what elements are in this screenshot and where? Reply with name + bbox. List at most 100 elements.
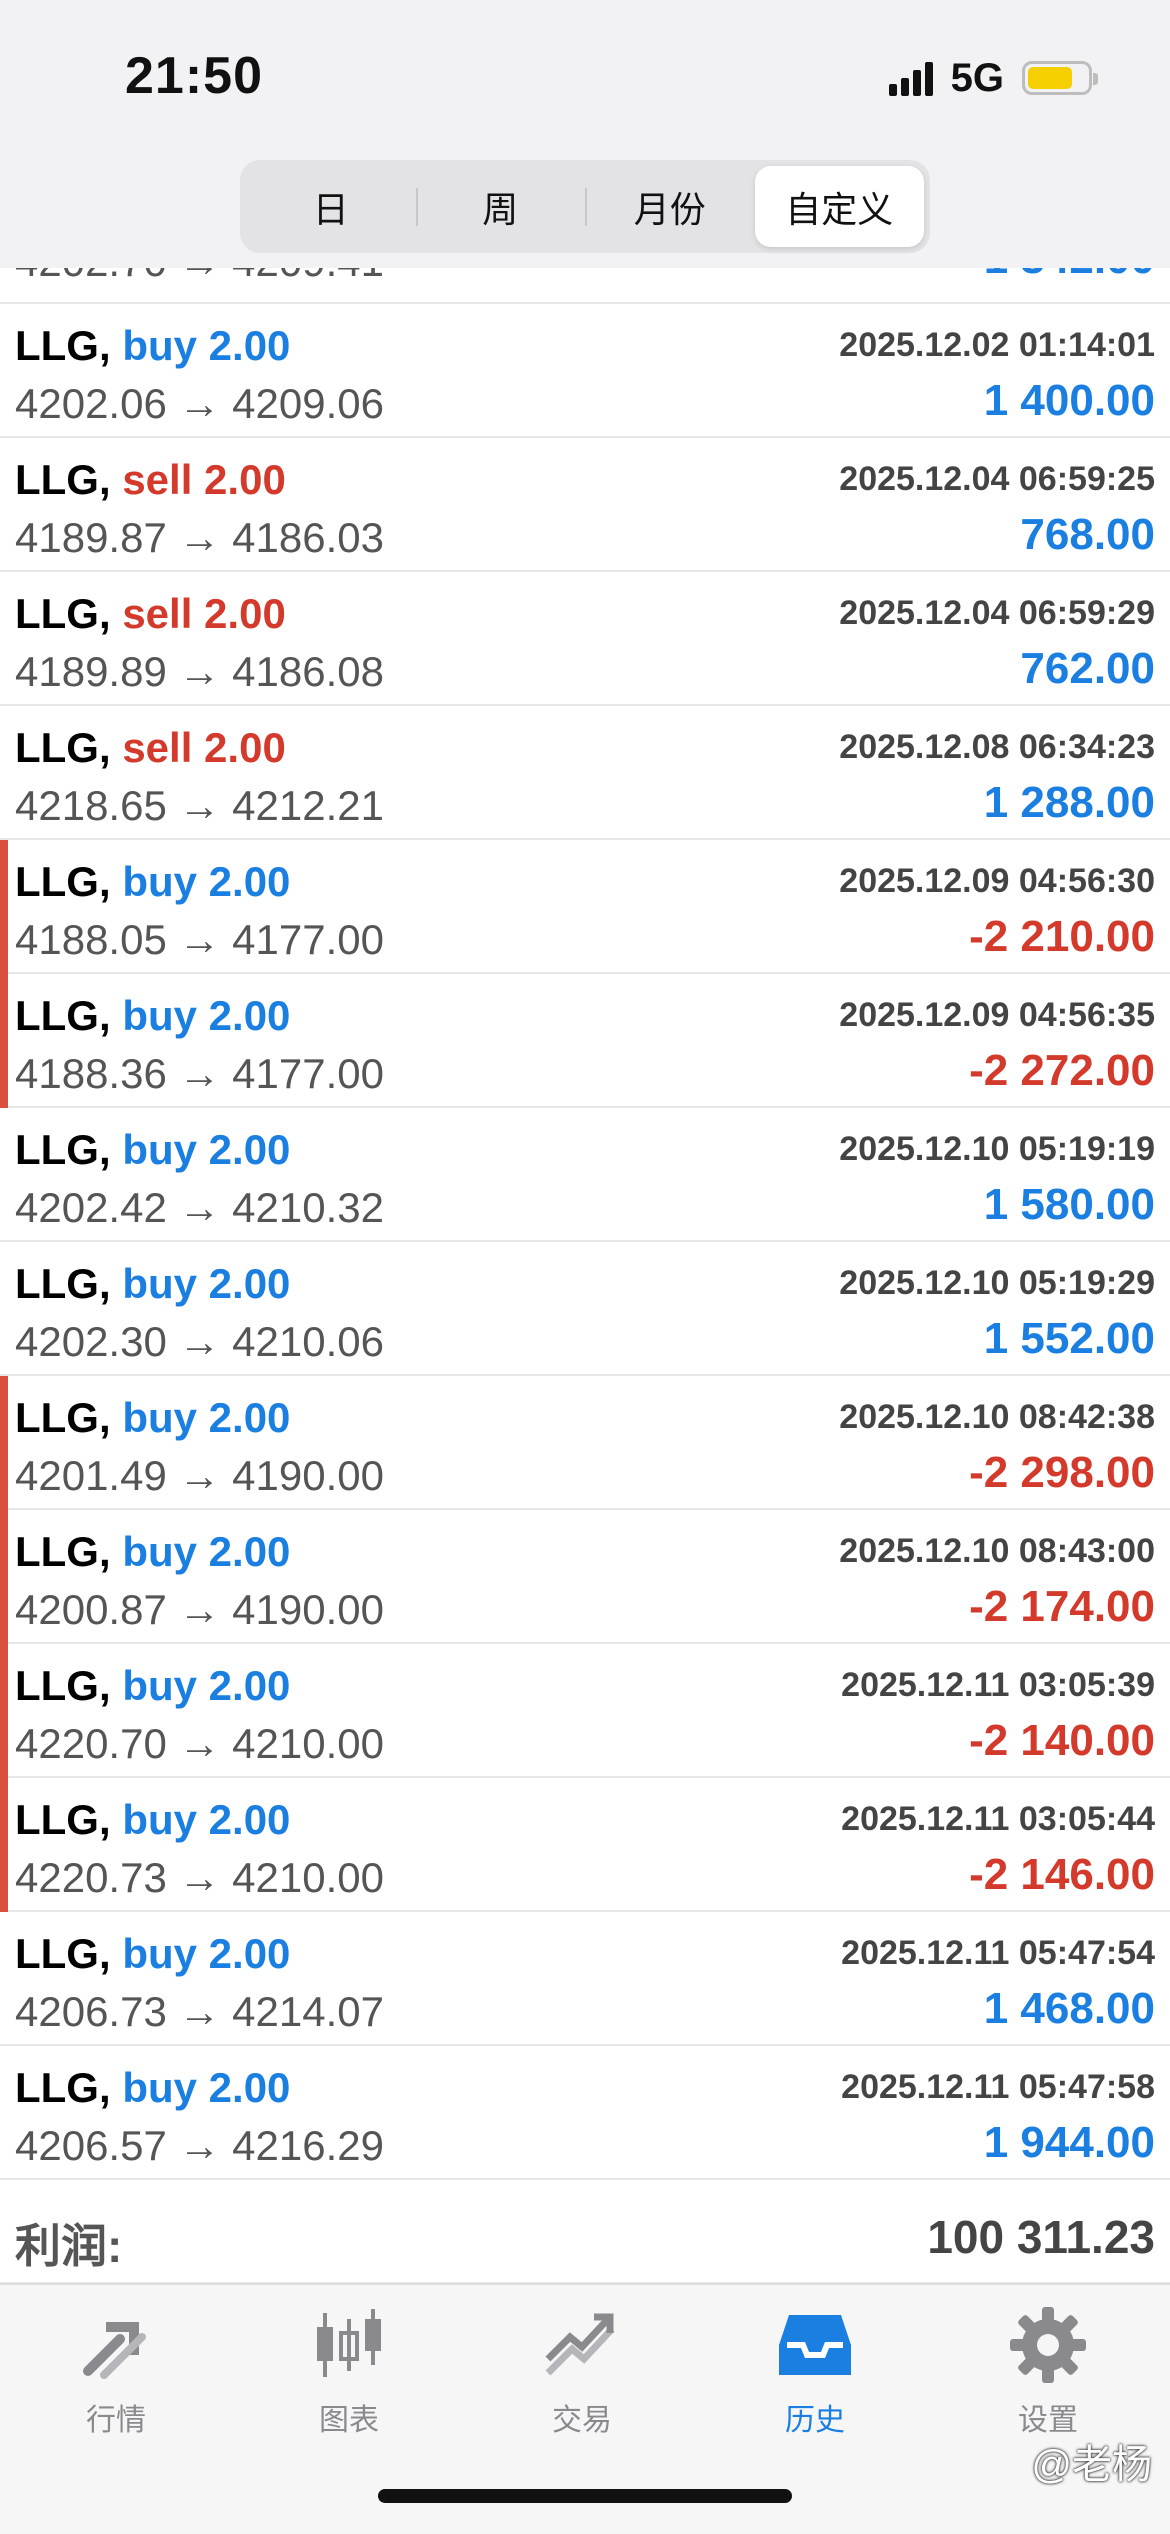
trade-profit: 768.00 <box>1020 510 1155 559</box>
table-row[interactable]: LLG, buy 2.00 2025.12.10 08:43:00 4200.87 … <box>0 1510 1170 1644</box>
trade-symbol: LLG, <box>15 1930 111 1977</box>
table-row[interactable]: LLG, buy 2.00 2025.12.11 03:05:39 4220.70 … <box>0 1644 1170 1778</box>
trade-datetime: 2025.12.11 05:47:58 <box>841 2068 1155 2106</box>
trade-prices: 4202.30 → 4210.06 <box>15 1318 384 1365</box>
trade-direction: buy 2.00 <box>122 2064 291 2111</box>
trade-datetime: 2025.12.09 04:56:35 <box>839 996 1155 1034</box>
trade-direction: buy 2.00 <box>122 858 291 905</box>
trade-title: LLG, sell 2.00 <box>15 724 286 772</box>
tab-settings[interactable]: 设置 <box>968 2305 1128 2445</box>
tab-label: 行情 <box>86 2404 146 2437</box>
table-row[interactable]: LLG, buy 2.00 2025.12.11 05:47:58 4206.57 … <box>0 2046 1170 2180</box>
tab-quotes[interactable]: 行情 <box>36 2305 196 2445</box>
segment-day[interactable]: 日 <box>246 166 416 247</box>
trade-datetime: 2025.12.10 05:19:19 <box>839 1130 1155 1168</box>
tab-label: 图表 <box>319 2404 379 2437</box>
trade-prices: 4206.73 → 4214.07 <box>15 1988 384 2035</box>
trade-title: LLG, sell 2.00 <box>15 456 286 504</box>
trade-direction: buy 2.00 <box>122 1796 291 1843</box>
table-row[interactable]: LLG, buy 2.00 2025.12.10 05:19:19 4202.42 … <box>0 1108 1170 1242</box>
trade-prices: 4188.36 → 4177.00 <box>15 1050 384 1097</box>
loss-indicator <box>0 1778 8 1912</box>
tab-charts[interactable]: 图表 <box>269 2305 429 2445</box>
segment-custom[interactable]: 自定义 <box>754 166 924 247</box>
table-row[interactable]: LLG, sell 2.00 2025.12.04 06:59:25 4189.87… <box>0 438 1170 572</box>
trade-datetime: 2025.12.02 01:14:01 <box>839 326 1155 364</box>
tab-label: 交易 <box>552 2404 612 2437</box>
trade-symbol: LLG, <box>15 858 111 905</box>
trade-symbol: LLG, <box>15 322 111 369</box>
trade-title: LLG, buy 2.00 <box>15 1528 290 1576</box>
table-row[interactable]: LLG, buy 2.00 2025.12.09 04:56:35 4188.36 … <box>0 974 1170 1108</box>
trade-title: LLG, buy 2.00 <box>15 1260 290 1308</box>
gear-icon <box>1010 2307 1086 2383</box>
trade-direction: buy 2.00 <box>122 992 291 1039</box>
trade-direction: sell 2.00 <box>122 590 286 637</box>
segment-month[interactable]: 月份 <box>585 166 755 247</box>
trade-datetime: 2025.12.10 08:42:38 <box>839 1398 1155 1436</box>
trade-prices: 4201.49 → 4190.00 <box>15 1452 384 1499</box>
status-indicators: 5G <box>888 54 1098 102</box>
history-inbox-icon <box>779 2315 851 2375</box>
tab-label: 历史 <box>785 2404 845 2437</box>
trade-datetime: 2025.12.08 06:34:23 <box>839 728 1155 766</box>
trade-prices: 4188.05 → 4177.00 <box>15 916 384 963</box>
trade-title: LLG, buy 2.00 <box>15 1662 290 1710</box>
trade-profit: -2 140.00 <box>969 1716 1155 1765</box>
trade-prices: 4206.57 → 4216.29 <box>15 2122 384 2169</box>
trade-prices: 4189.89 → 4186.08 <box>15 648 384 695</box>
trade-symbol: LLG, <box>15 724 111 771</box>
trade-profit: -2 174.00 <box>969 1582 1155 1631</box>
candlestick-chart-icon <box>317 2309 381 2377</box>
trade-symbol: LLG, <box>15 1528 111 1575</box>
trade-direction: buy 2.00 <box>122 322 291 369</box>
tab-history[interactable]: 历史 <box>735 2305 895 2445</box>
trade-direction: sell 2.00 <box>122 724 286 771</box>
watermark: @老杨 <box>1031 2443 1152 2487</box>
trade-title: LLG, buy 2.00 <box>15 1394 290 1442</box>
table-row[interactable]: LLG, sell 2.00 2025.12.08 06:34:23 4218.65… <box>0 706 1170 840</box>
trade-profit: -2 272.00 <box>969 1046 1155 1095</box>
trade-datetime: 2025.12.11 03:05:39 <box>841 1666 1155 1704</box>
trade-profit: 1 288.00 <box>983 778 1155 827</box>
profit-summary: 利润: 100 311.23 <box>0 2190 1170 2284</box>
trade-prices: 4189.87 → 4186.03 <box>15 514 384 561</box>
trade-profit: 1 580.00 <box>983 1180 1155 1229</box>
trade-datetime: 2025.12.11 03:05:44 <box>841 1800 1155 1838</box>
trade-prices: 4218.65 → 4212.21 <box>15 782 384 829</box>
trade-symbol: LLG, <box>15 992 111 1039</box>
trade-profit: 1 468.00 <box>983 1984 1155 2033</box>
home-indicator[interactable] <box>378 2489 792 2503</box>
battery-icon <box>1022 61 1098 95</box>
trade-datetime: 2025.12.09 04:56:30 <box>839 862 1155 900</box>
trade-title: LLG, buy 2.00 <box>15 1126 290 1174</box>
table-row[interactable]: LLG, buy 2.00 2025.12.02 01:14:01 4202.06 … <box>0 304 1170 438</box>
trade-profit: 1 400.00 <box>983 376 1155 425</box>
table-row[interactable]: LLG, sell 2.00 2025.12.04 06:59:29 4189.89… <box>0 572 1170 706</box>
trade-symbol: LLG, <box>15 1126 111 1173</box>
table-row[interactable]: LLG, buy 2.00 2025.12.11 03:05:44 4220.73 … <box>0 1778 1170 1912</box>
network-type: 5G <box>950 55 1004 100</box>
table-row[interactable]: LLG, buy 2.00 2025.12.09 04:56:30 4188.05 … <box>0 840 1170 974</box>
trade-direction: buy 2.00 <box>122 1126 291 1173</box>
trade-direction: buy 2.00 <box>122 1930 291 1977</box>
table-row[interactable]: LLG, buy 2.00 2025.12.11 05:47:54 4206.73 … <box>0 1912 1170 2046</box>
trade-datetime: 2025.12.11 05:47:54 <box>841 1934 1155 1972</box>
trade-title: LLG, buy 2.00 <box>15 322 290 370</box>
table-row[interactable]: LLG, buy 2.00 2025.12.10 08:42:38 4201.49 … <box>0 1376 1170 1510</box>
trade-title: LLG, buy 2.00 <box>15 992 290 1040</box>
loss-indicator <box>0 974 8 1108</box>
trade-title: LLG, buy 2.00 <box>15 1930 290 1978</box>
trade-profit: -2 298.00 <box>969 1448 1155 1497</box>
profit-label: 利润: <box>15 2220 123 2272</box>
table-row[interactable]: LLG, buy 2.00 2025.12.10 05:19:29 4202.30 … <box>0 1242 1170 1376</box>
trade-datetime: 2025.12.10 08:43:00 <box>839 1532 1155 1570</box>
trade-title: LLG, sell 2.00 <box>15 590 286 638</box>
trade-direction: buy 2.00 <box>122 1260 291 1307</box>
trade-symbol: LLG, <box>15 456 111 503</box>
period-selector: 日 周 月份 自定义 <box>240 160 930 253</box>
segment-week[interactable]: 周 <box>415 166 586 247</box>
header: 21:50 5G 日 周 月份 自定义 <box>0 0 1170 268</box>
trade-symbol: LLG, <box>15 2064 111 2111</box>
tab-trade[interactable]: 交易 <box>502 2305 662 2445</box>
